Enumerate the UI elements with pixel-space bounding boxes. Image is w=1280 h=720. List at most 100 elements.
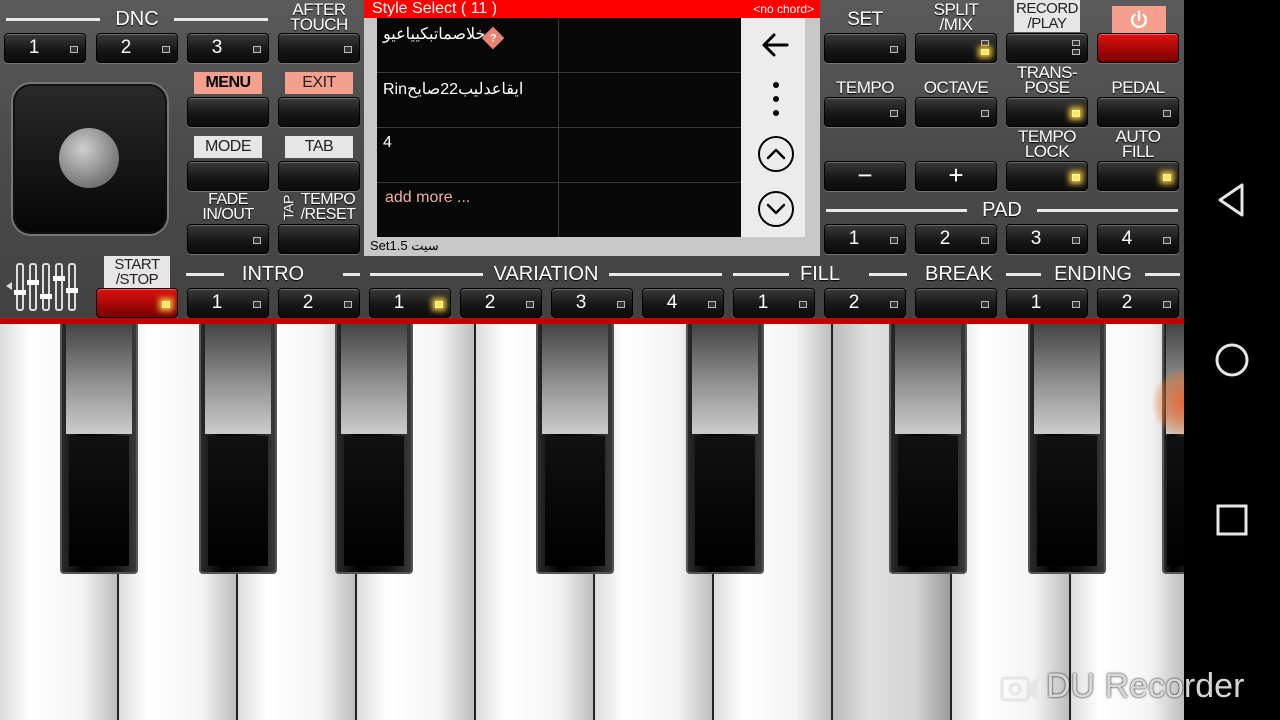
led-indicator-on xyxy=(435,301,443,308)
auto-fill-button[interactable] xyxy=(1097,161,1179,191)
intro-section-label: INTRO xyxy=(186,263,360,285)
ending-section-label: ENDING xyxy=(1006,263,1180,285)
intro-button-1[interactable]: 1 xyxy=(187,288,269,318)
fade-in-out-button[interactable] xyxy=(187,224,269,254)
ending-button-2[interactable]: 2 xyxy=(1097,288,1179,318)
fill-button-2[interactable]: 2 xyxy=(824,288,906,318)
recents-square-icon[interactable] xyxy=(1214,502,1250,538)
dual-led-indicator xyxy=(1072,40,1080,56)
ending-button-1[interactable]: 1 xyxy=(1006,288,1088,318)
start-stop-button[interactable] xyxy=(96,288,178,318)
led-indicator-on xyxy=(162,301,170,308)
record-play-label: RECORD /PLAY xyxy=(1014,0,1080,32)
style-item-label: 4 xyxy=(383,134,392,151)
auto-fill-label: AUTO FILL xyxy=(1115,127,1161,161)
tempo-lock-label: TEMPO LOCK xyxy=(1018,127,1076,161)
intro-button-2[interactable]: 2 xyxy=(278,288,360,318)
tab-button[interactable] xyxy=(278,161,360,191)
pedal-label: PEDAL xyxy=(1111,78,1165,97)
led-indicator xyxy=(70,46,78,53)
piano-keyboard[interactable] xyxy=(0,318,1184,720)
add-more-item[interactable]: add more ... xyxy=(377,183,741,238)
black-key[interactable] xyxy=(199,324,277,574)
scrollbar[interactable] xyxy=(807,18,820,237)
style-list: ?خلاصماتبكيياعيو Rinايقاعدليب22صايح 4 ad… xyxy=(377,18,741,237)
variation-button-4[interactable]: 4 xyxy=(642,288,724,318)
tempo-plus-button[interactable]: + xyxy=(915,161,997,191)
joystick-pad[interactable] xyxy=(13,84,167,234)
list-item[interactable]: Rinايقاعدليب22صايح xyxy=(377,73,741,128)
pad-button-3[interactable]: 3 xyxy=(1006,224,1088,254)
fill-button-1[interactable]: 1 xyxy=(733,288,815,318)
empty-cell xyxy=(559,183,741,237)
split-mix-label: SPLIT /MIX xyxy=(933,0,979,34)
dnc-button-3[interactable]: 3 xyxy=(187,33,269,63)
warning-icon: ? xyxy=(482,26,505,50)
power-label xyxy=(1112,6,1166,34)
dnc-button-2[interactable]: 2 xyxy=(96,33,178,63)
after-touch-button[interactable] xyxy=(278,33,360,63)
octave-button[interactable] xyxy=(915,97,997,127)
chevron-up-circle-icon[interactable] xyxy=(757,135,795,173)
fill-section-label: FILL xyxy=(733,263,907,285)
mode-button[interactable] xyxy=(187,161,269,191)
exit-button[interactable] xyxy=(278,97,360,127)
black-key[interactable] xyxy=(335,324,413,574)
control-panel: DNC 1 2 3 AFTER TOUCH MENU EXIT MODE TAB… xyxy=(0,0,1184,320)
set-button[interactable] xyxy=(824,33,906,63)
back-triangle-icon[interactable] xyxy=(1214,182,1250,218)
led-indicator xyxy=(1072,237,1080,244)
fade-label: FADE IN/OUT xyxy=(202,191,254,223)
arrow-left-icon[interactable] xyxy=(757,26,795,64)
pad-button-1[interactable]: 1 xyxy=(824,224,906,254)
menu-button[interactable] xyxy=(187,97,269,127)
style-name: ?خلاصماتبكيياعيو xyxy=(377,18,559,72)
break-button[interactable] xyxy=(915,288,997,318)
pedal-button[interactable] xyxy=(1097,97,1179,127)
led-indicator xyxy=(344,46,352,53)
variation-button-1[interactable]: 1 xyxy=(369,288,451,318)
split-mix-button[interactable] xyxy=(915,33,997,63)
led-indicator xyxy=(890,237,898,244)
more-vert-icon[interactable] xyxy=(757,80,795,118)
joystick-knob[interactable] xyxy=(59,128,119,188)
list-item[interactable]: 4 xyxy=(377,128,741,183)
set-label: SET xyxy=(847,9,883,30)
style-item-label: Rinايقاعدليب22صايح xyxy=(383,81,524,98)
add-more-text: add more ... xyxy=(385,189,471,206)
mixer-sliders-icon[interactable] xyxy=(4,262,82,314)
tempo-button[interactable] xyxy=(824,97,906,127)
transpose-button[interactable] xyxy=(1006,97,1088,127)
variation-section-label: VARIATION xyxy=(370,263,722,285)
break-section-label: BREAK xyxy=(915,263,997,285)
chevron-down-circle-icon[interactable] xyxy=(757,190,795,228)
variation-button-3[interactable]: 3 xyxy=(551,288,633,318)
black-key[interactable] xyxy=(889,324,967,574)
pad-button-2[interactable]: 2 xyxy=(915,224,997,254)
variation-button-2[interactable]: 2 xyxy=(460,288,542,318)
led-indicator xyxy=(526,301,534,308)
black-key[interactable] xyxy=(1162,324,1184,574)
led-indicator xyxy=(253,46,261,53)
power-button[interactable] xyxy=(1097,33,1179,63)
led-indicator xyxy=(890,46,898,53)
dual-led-indicator xyxy=(981,40,989,56)
tap-tempo-reset-button[interactable] xyxy=(278,224,360,254)
home-circle-icon[interactable] xyxy=(1214,342,1250,378)
tempo-lock-button[interactable] xyxy=(1006,161,1088,191)
led-indicator xyxy=(344,301,352,308)
tempo-minus-button[interactable]: − xyxy=(824,161,906,191)
led-indicator xyxy=(799,301,807,308)
tab-label: TAB xyxy=(285,136,353,158)
after-touch-label: AFTER TOUCH xyxy=(290,0,348,34)
screen-sidebar xyxy=(741,18,805,237)
black-key[interactable] xyxy=(536,324,614,574)
black-key[interactable] xyxy=(60,324,138,574)
dnc-button-1[interactable]: 1 xyxy=(4,33,86,63)
black-key[interactable] xyxy=(686,324,764,574)
record-play-button[interactable] xyxy=(1006,33,1088,63)
chord-indicator: <no chord> xyxy=(753,2,814,16)
black-key[interactable] xyxy=(1028,324,1106,574)
list-item[interactable]: ?خلاصماتبكيياعيو xyxy=(377,18,741,73)
pad-button-4[interactable]: 4 xyxy=(1097,224,1179,254)
